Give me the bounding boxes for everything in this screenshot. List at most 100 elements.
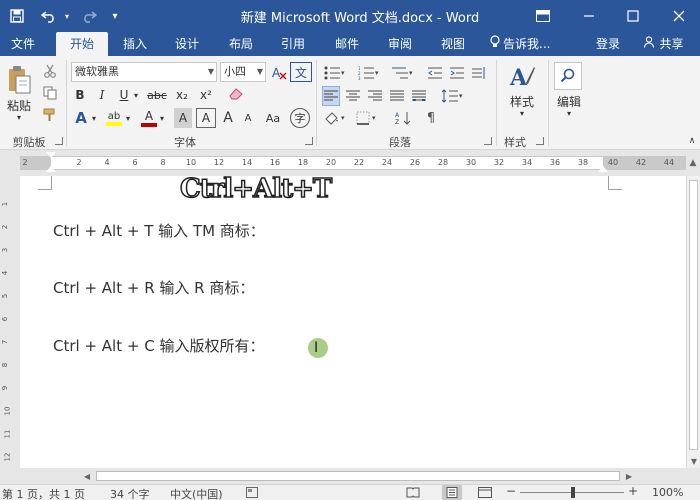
- minimize-icon[interactable]: [570, 0, 608, 32]
- customize-icon[interactable]: ▾: [108, 6, 122, 26]
- document-line-c[interactable]: Ctrl + Alt + C 输入版权所有：: [53, 335, 264, 356]
- align-center-icon[interactable]: [344, 86, 362, 106]
- font-name-combo[interactable]: 微软雅黑 ▼: [71, 62, 217, 82]
- print-layout-icon[interactable]: [442, 485, 462, 500]
- web-layout-icon[interactable]: [478, 487, 492, 500]
- vertical-scroll-thumb[interactable]: [689, 180, 698, 450]
- tab-mailings[interactable]: 邮件: [324, 32, 370, 56]
- horizontal-scroll-thumb[interactable]: [96, 471, 620, 481]
- chevron-down-icon[interactable]: ▾: [517, 108, 527, 118]
- chevron-down-icon[interactable]: ▾: [90, 108, 98, 128]
- tab-home[interactable]: 开始: [56, 32, 108, 56]
- enclose-characters-button[interactable]: 字: [290, 108, 310, 128]
- line-spacing-icon[interactable]: ▾: [440, 86, 466, 106]
- strikethrough-button[interactable]: abc: [146, 86, 168, 104]
- zoom-out-button[interactable]: −: [506, 484, 516, 498]
- ribbon-display-icon[interactable]: [524, 0, 562, 32]
- zoom-level[interactable]: 100%: [652, 486, 683, 499]
- borders-icon[interactable]: ▾: [354, 108, 380, 128]
- signin-link[interactable]: 登录: [588, 32, 628, 56]
- styles-label[interactable]: 样式: [504, 94, 540, 109]
- chevron-down-icon[interactable]: ▾: [132, 86, 140, 104]
- redo-icon[interactable]: [78, 6, 100, 26]
- scroll-left-icon[interactable]: ◀: [80, 468, 94, 484]
- format-painter-icon[interactable]: [40, 106, 60, 124]
- tab-design[interactable]: 设计: [164, 32, 210, 56]
- chinese-layout-icon[interactable]: [470, 64, 486, 82]
- styles-launcher-icon[interactable]: [536, 137, 544, 145]
- maximize-icon[interactable]: [614, 0, 652, 32]
- align-left-icon[interactable]: [322, 86, 340, 106]
- tab-file[interactable]: 文件: [0, 32, 46, 56]
- scroll-right-icon[interactable]: ▶: [622, 468, 636, 484]
- chevron-down-icon[interactable]: ▾: [124, 108, 132, 128]
- undo-icon[interactable]: [38, 6, 60, 26]
- shading-icon[interactable]: ▾: [322, 108, 348, 128]
- read-mode-icon[interactable]: [406, 487, 420, 500]
- align-right-icon[interactable]: [366, 86, 384, 106]
- tab-layout[interactable]: 布局: [218, 32, 264, 56]
- tab-review[interactable]: 审阅: [377, 32, 423, 56]
- superscript-button[interactable]: x²: [196, 86, 216, 104]
- document-page[interactable]: Ctrl+Alt+T Ctrl + Alt + T 输入 TM 商标： Ctrl…: [20, 173, 686, 468]
- bullets-icon[interactable]: ▾: [322, 64, 348, 82]
- font-size-combo[interactable]: 小四 ▼: [220, 62, 266, 82]
- document-line-tm[interactable]: Ctrl + Alt + T 输入 TM 商标：: [53, 220, 265, 241]
- change-case-button[interactable]: Aa: [262, 108, 284, 128]
- clear-formatting-icon[interactable]: A: [270, 63, 288, 81]
- tab-view[interactable]: 视图: [430, 32, 476, 56]
- increase-indent-icon[interactable]: [448, 64, 466, 82]
- tab-insert[interactable]: 插入: [112, 32, 158, 56]
- char-shading-button[interactable]: A: [174, 108, 192, 128]
- decrease-indent-icon[interactable]: [426, 64, 444, 82]
- zoom-slider-thumb[interactable]: [571, 487, 575, 498]
- word-count[interactable]: 34 个字: [110, 486, 150, 500]
- bold-button[interactable]: B: [72, 86, 88, 104]
- shrink-font-button[interactable]: A: [240, 108, 256, 128]
- phonetic-guide-button[interactable]: 文: [290, 62, 312, 82]
- undo-dropdown-icon[interactable]: ▾: [62, 6, 72, 26]
- numbering-icon[interactable]: 1 2 3 ▾: [356, 64, 382, 82]
- horizontal-scrollbar[interactable]: ◀ ▶: [0, 468, 700, 484]
- chevron-down-icon[interactable]: ▾: [158, 108, 166, 128]
- document-line-r[interactable]: Ctrl + Alt + R 输入 R 商标：: [53, 277, 254, 298]
- grow-font-button[interactable]: A: [220, 108, 236, 128]
- save-icon[interactable]: [6, 6, 28, 26]
- horizontal-ruler[interactable]: 2 2 4 6 8 10 12 14 16 18 20 22 24 26 28 …: [0, 150, 700, 176]
- clipboard-launcher-icon[interactable]: [55, 137, 63, 145]
- vertical-ruler[interactable]: 1 2 3 4 5 6 7 8 9 10 11 12: [0, 176, 18, 468]
- hanging-indent-marker[interactable]: [46, 166, 56, 172]
- macro-record-icon[interactable]: [246, 487, 258, 500]
- justify-icon[interactable]: [388, 86, 406, 106]
- paste-dropdown-icon[interactable]: ▾: [14, 112, 24, 122]
- styles-icon[interactable]: A: [504, 62, 540, 92]
- paragraph-launcher-icon[interactable]: [484, 137, 492, 145]
- collapse-ribbon-icon[interactable]: ∧: [686, 136, 698, 146]
- first-line-indent-marker[interactable]: [46, 152, 56, 158]
- multilevel-list-icon[interactable]: ▾: [390, 64, 416, 82]
- language-indicator[interactable]: 中文(中国): [170, 486, 223, 500]
- chevron-down-icon[interactable]: ▾: [564, 108, 574, 118]
- highlight-button[interactable]: ab: [104, 108, 124, 128]
- italic-button[interactable]: I: [94, 86, 110, 104]
- zoom-in-button[interactable]: +: [628, 484, 638, 498]
- font-color-button[interactable]: A: [140, 108, 158, 128]
- tell-me-box[interactable]: 告诉我...: [490, 32, 564, 56]
- char-border-button[interactable]: A: [196, 108, 216, 128]
- right-indent-marker[interactable]: [598, 166, 608, 172]
- search-icon[interactable]: [554, 62, 582, 90]
- close-icon[interactable]: [660, 0, 698, 32]
- page-count[interactable]: 第 1 页，共 1 页: [2, 486, 85, 500]
- sort-icon[interactable]: AZ: [392, 108, 418, 128]
- vertical-scrollbar[interactable]: ▼: [686, 176, 700, 468]
- paste-icon[interactable]: [4, 62, 34, 98]
- subscript-button[interactable]: x₂: [172, 86, 192, 104]
- editing-label[interactable]: 编辑: [552, 94, 586, 109]
- copy-icon[interactable]: [40, 84, 60, 102]
- cut-icon[interactable]: [40, 62, 60, 80]
- tab-references[interactable]: 引用: [270, 32, 316, 56]
- text-effects-button[interactable]: A: [72, 108, 90, 128]
- share-button[interactable]: 共享: [634, 32, 694, 56]
- show-marks-icon[interactable]: ¶: [422, 108, 440, 128]
- scroll-down-icon[interactable]: ▼: [687, 454, 700, 468]
